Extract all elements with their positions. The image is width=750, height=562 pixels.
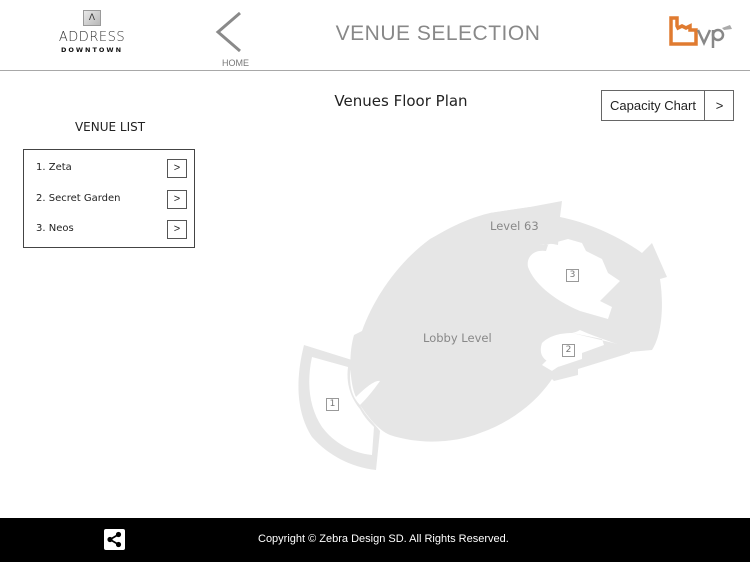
venue-item-label: 3. Neos [36, 223, 74, 234]
bvp-logo [668, 16, 734, 50]
page-title: VENUE SELECTION [335, 22, 541, 45]
logo-mark-icon: Λ [83, 10, 101, 26]
venue-marker-2[interactable]: 2 [562, 344, 575, 357]
share-icon [107, 531, 122, 548]
venue-item-arrow-button[interactable]: > [167, 159, 187, 178]
venue-item-label: 1. Zeta [36, 162, 72, 173]
capacity-chart-arrow: > [715, 98, 724, 113]
venue-marker-3[interactable]: 3 [566, 269, 579, 282]
chevron-left-icon [215, 11, 241, 53]
venue-list: 1. Zeta > 2. Secret Garden > 3. Neos > [23, 149, 195, 248]
home-label: HOME [222, 58, 249, 68]
footer: Copyright © Zebra Design SD. All Rights … [0, 518, 750, 562]
home-button[interactable]: HOME [210, 10, 262, 70]
header: Λ ADDRESS DOWNTOWN HOME VENUE SELECTION [0, 0, 750, 71]
logo-text-downtown: DOWNTOWN [60, 46, 124, 54]
logo-text-address: ADDRESS [58, 30, 126, 45]
copyright-text: Copyright © Zebra Design SD. All Rights … [258, 533, 509, 545]
venue-item-neos[interactable]: 3. Neos > [24, 215, 194, 245]
bvp-logo-icon [669, 16, 732, 48]
floor-plan-map: Level 63 Lobby Level 1 2 3 [290, 195, 680, 480]
share-button[interactable] [104, 529, 125, 550]
capacity-chart-label: Capacity Chart [602, 91, 705, 120]
venue-item-secret-garden[interactable]: 2. Secret Garden > [24, 185, 194, 215]
venue-item-arrow-button[interactable]: > [167, 220, 187, 239]
venue-item-label: 2. Secret Garden [36, 193, 121, 204]
venue-item-zeta[interactable]: 1. Zeta > [24, 154, 194, 184]
address-downtown-logo: Λ ADDRESS DOWNTOWN [55, 10, 129, 62]
venue-marker-1[interactable]: 1 [326, 398, 339, 411]
venue-list-title: VENUE LIST [74, 120, 146, 134]
floor-plan-title: Venues Floor Plan [334, 92, 468, 110]
lobby-level-area [350, 207, 582, 442]
capacity-chart-button[interactable]: Capacity Chart > [601, 90, 734, 121]
lobby-level-label: Lobby Level [423, 331, 492, 345]
level-63-label: Level 63 [490, 219, 539, 233]
venue-item-arrow-button[interactable]: > [167, 190, 187, 209]
